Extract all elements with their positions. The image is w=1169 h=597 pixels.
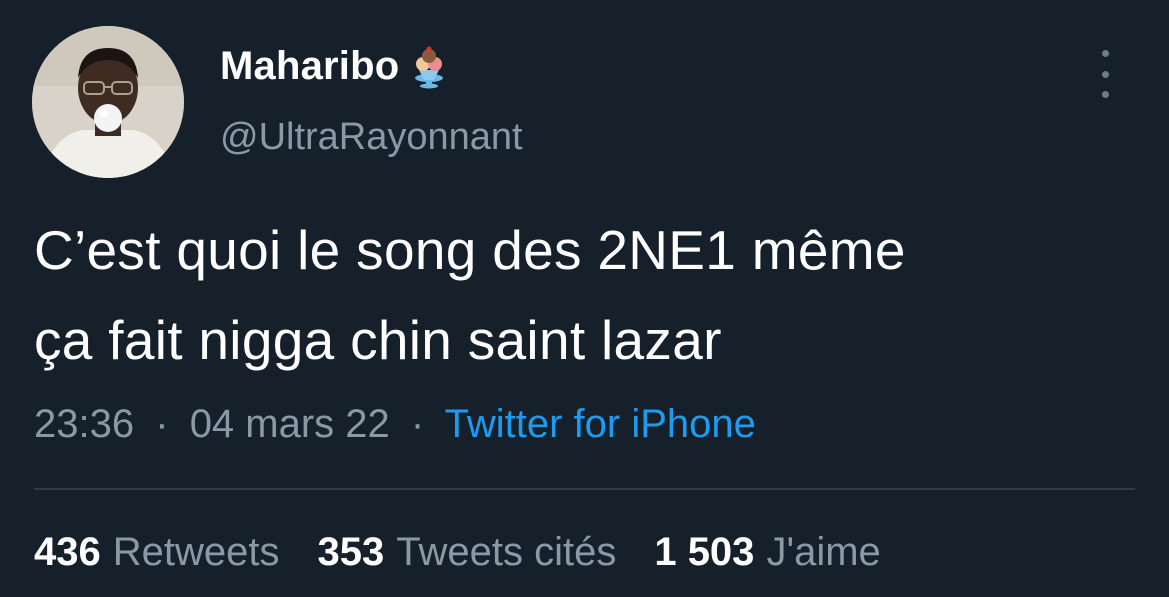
- tweet-time[interactable]: 23:36: [34, 402, 134, 446]
- more-options-icon[interactable]: [1090, 50, 1120, 98]
- user-handle[interactable]: @UltraRayonnant: [220, 114, 523, 160]
- quote-tweets-stat[interactable]: 353 Tweets cités: [318, 526, 617, 578]
- tweet-stats: 436 Retweets 353 Tweets cités 1 503 J'aime: [34, 526, 881, 578]
- tweet-card: Maharibo @UltraRayonnant C’est quoi le s…: [0, 0, 1169, 597]
- meta-separator: ·: [155, 402, 169, 446]
- quotes-count: 353: [317, 530, 385, 574]
- retweets-label: Retweets: [112, 530, 280, 574]
- quotes-label: Tweets cités: [396, 530, 617, 574]
- tweet-meta: 23:36 · 04 mars 22 · Twitter for iPhone: [34, 398, 756, 450]
- likes-stat[interactable]: 1 503 J'aime: [654, 526, 880, 578]
- avatar[interactable]: [32, 26, 184, 178]
- tweet-text-line: ça fait nigga chin saint lazar: [34, 309, 722, 371]
- likes-count: 1 503: [654, 530, 755, 574]
- more-dot: [1101, 70, 1109, 78]
- retweets-count: 436: [34, 530, 101, 574]
- user-name-row: Maharibo: [220, 42, 453, 90]
- likes-label: J'aime: [766, 530, 881, 574]
- tweet-text-line: C’est quoi le song des 2NE1 même: [34, 219, 906, 281]
- display-name[interactable]: Maharibo: [220, 42, 399, 90]
- tweet-date[interactable]: 04 mars 22: [190, 402, 390, 446]
- more-dot: [1101, 91, 1109, 98]
- divider: [34, 488, 1135, 490]
- avatar-photo: [32, 26, 184, 178]
- tweet-body: C’est quoi le song des 2NE1 même ça fait…: [34, 205, 1144, 385]
- retweets-stat[interactable]: 436 Retweets: [34, 526, 280, 578]
- more-dot: [1101, 50, 1109, 57]
- meta-separator: ·: [410, 402, 425, 446]
- tweet-source-link[interactable]: Twitter for iPhone: [445, 402, 756, 446]
- ice-cream-icon: [405, 42, 453, 90]
